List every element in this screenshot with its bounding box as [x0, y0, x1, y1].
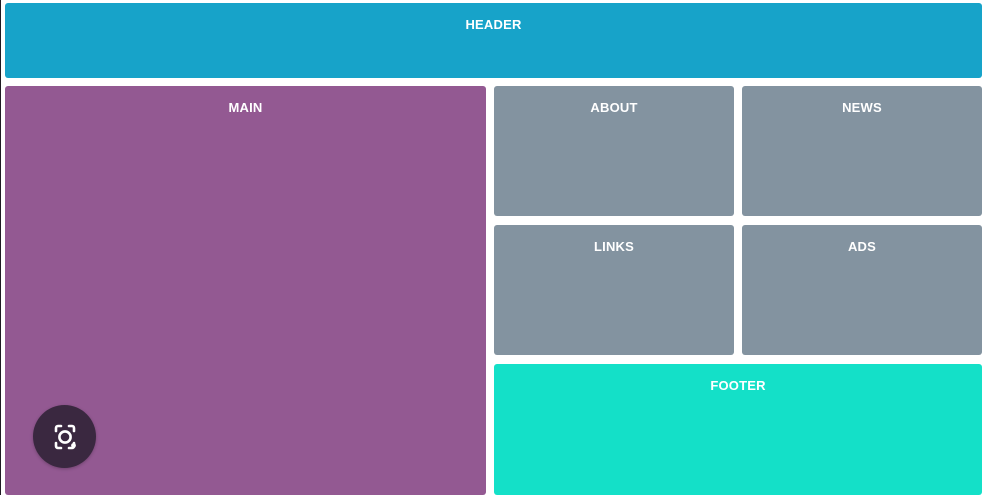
news-label: NEWS	[842, 100, 882, 115]
main-label: MAIN	[228, 100, 263, 115]
header-label: HEADER	[465, 17, 522, 32]
about-box: ABOUT	[494, 86, 734, 216]
header-box: HEADER	[5, 3, 982, 78]
screenshot-stage: HEADER MAIN ABOUT NEWS LINKS ADS FOOTER	[0, 0, 985, 495]
links-label: LINKS	[594, 239, 634, 254]
lens-search-button[interactable]	[33, 405, 96, 468]
layout-page: HEADER MAIN ABOUT NEWS LINKS ADS FOOTER	[1, 0, 985, 495]
footer-label: FOOTER	[710, 378, 766, 393]
about-label: ABOUT	[590, 100, 638, 115]
footer-box: FOOTER	[494, 364, 982, 495]
ads-label: ADS	[847, 239, 877, 254]
ads-box: ADS	[742, 225, 982, 355]
camera-search-icon	[54, 424, 76, 449]
links-box: LINKS	[494, 225, 734, 355]
news-box: NEWS	[742, 86, 982, 216]
